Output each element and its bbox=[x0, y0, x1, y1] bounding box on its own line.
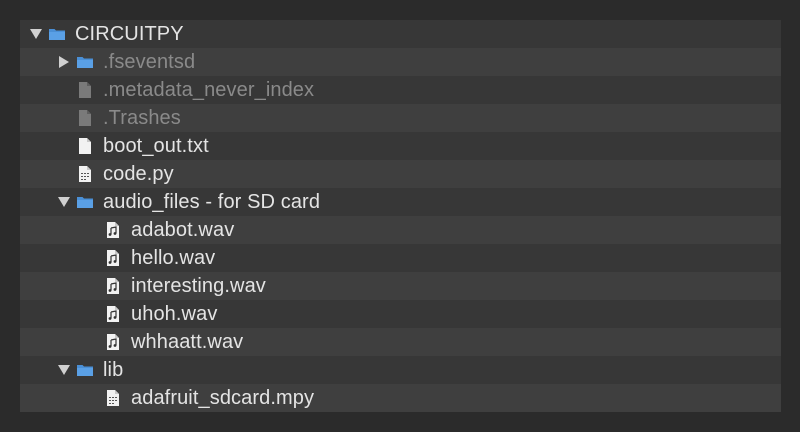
tree-folder-row[interactable]: audio_files - for SD card bbox=[20, 188, 781, 216]
tree-item-label: lib bbox=[103, 359, 124, 381]
tree-item-label: uhoh.wav bbox=[131, 303, 218, 325]
file-tree-panel: CIRCUITPY .fseventsd .metadata_never_index… bbox=[20, 20, 781, 412]
binary-file-icon bbox=[76, 165, 94, 183]
tree-item-label: .fseventsd bbox=[103, 51, 196, 73]
file-icon bbox=[76, 109, 94, 127]
tree-item-label: adafruit_sdcard.mpy bbox=[131, 387, 315, 409]
folder-icon bbox=[48, 25, 66, 43]
tree-file-row[interactable]: .Trashes bbox=[20, 104, 781, 132]
folder-icon bbox=[76, 361, 94, 379]
tree-folder-row[interactable]: lib bbox=[20, 356, 781, 384]
tree-file-row[interactable]: adabot.wav bbox=[20, 216, 781, 244]
tree-item-label: audio_files - for SD card bbox=[103, 191, 321, 213]
tree-folder-row[interactable]: .fseventsd bbox=[20, 48, 781, 76]
folder-icon bbox=[76, 193, 94, 211]
tree-item-label: code.py bbox=[103, 163, 174, 185]
audio-file-icon bbox=[104, 221, 122, 239]
audio-file-icon bbox=[104, 305, 122, 323]
tree-item-label: adabot.wav bbox=[131, 219, 235, 241]
tree-item-label: CIRCUITPY bbox=[75, 23, 184, 45]
tree-file-row[interactable]: interesting.wav bbox=[20, 272, 781, 300]
tree-item-label: interesting.wav bbox=[131, 275, 266, 297]
binary-file-icon bbox=[104, 389, 122, 407]
tree-file-row[interactable]: .metadata_never_index bbox=[20, 76, 781, 104]
tree-item-label: .Trashes bbox=[103, 107, 181, 129]
tree-file-row[interactable]: adafruit_sdcard.mpy bbox=[20, 384, 781, 412]
tree-item-label: .metadata_never_index bbox=[103, 79, 315, 101]
audio-file-icon bbox=[104, 277, 122, 295]
tree-file-row[interactable]: code.py bbox=[20, 160, 781, 188]
tree-item-label: hello.wav bbox=[131, 247, 216, 269]
tree-file-row[interactable]: whhaatt.wav bbox=[20, 328, 781, 356]
tree-item-label: whhaatt.wav bbox=[131, 331, 244, 353]
tree-file-row[interactable]: hello.wav bbox=[20, 244, 781, 272]
disclosure-expanded-icon[interactable] bbox=[58, 363, 70, 377]
folder-icon bbox=[76, 53, 94, 71]
file-icon bbox=[76, 81, 94, 99]
disclosure-collapsed-icon[interactable] bbox=[58, 55, 70, 69]
disclosure-expanded-icon[interactable] bbox=[58, 195, 70, 209]
audio-file-icon bbox=[104, 249, 122, 267]
text-file-icon bbox=[76, 137, 94, 155]
tree-file-row[interactable]: uhoh.wav bbox=[20, 300, 781, 328]
tree-folder-row[interactable]: CIRCUITPY bbox=[20, 20, 781, 48]
tree-file-row[interactable]: boot_out.txt bbox=[20, 132, 781, 160]
tree-item-label: boot_out.txt bbox=[103, 135, 209, 157]
disclosure-expanded-icon[interactable] bbox=[30, 27, 42, 41]
audio-file-icon bbox=[104, 333, 122, 351]
